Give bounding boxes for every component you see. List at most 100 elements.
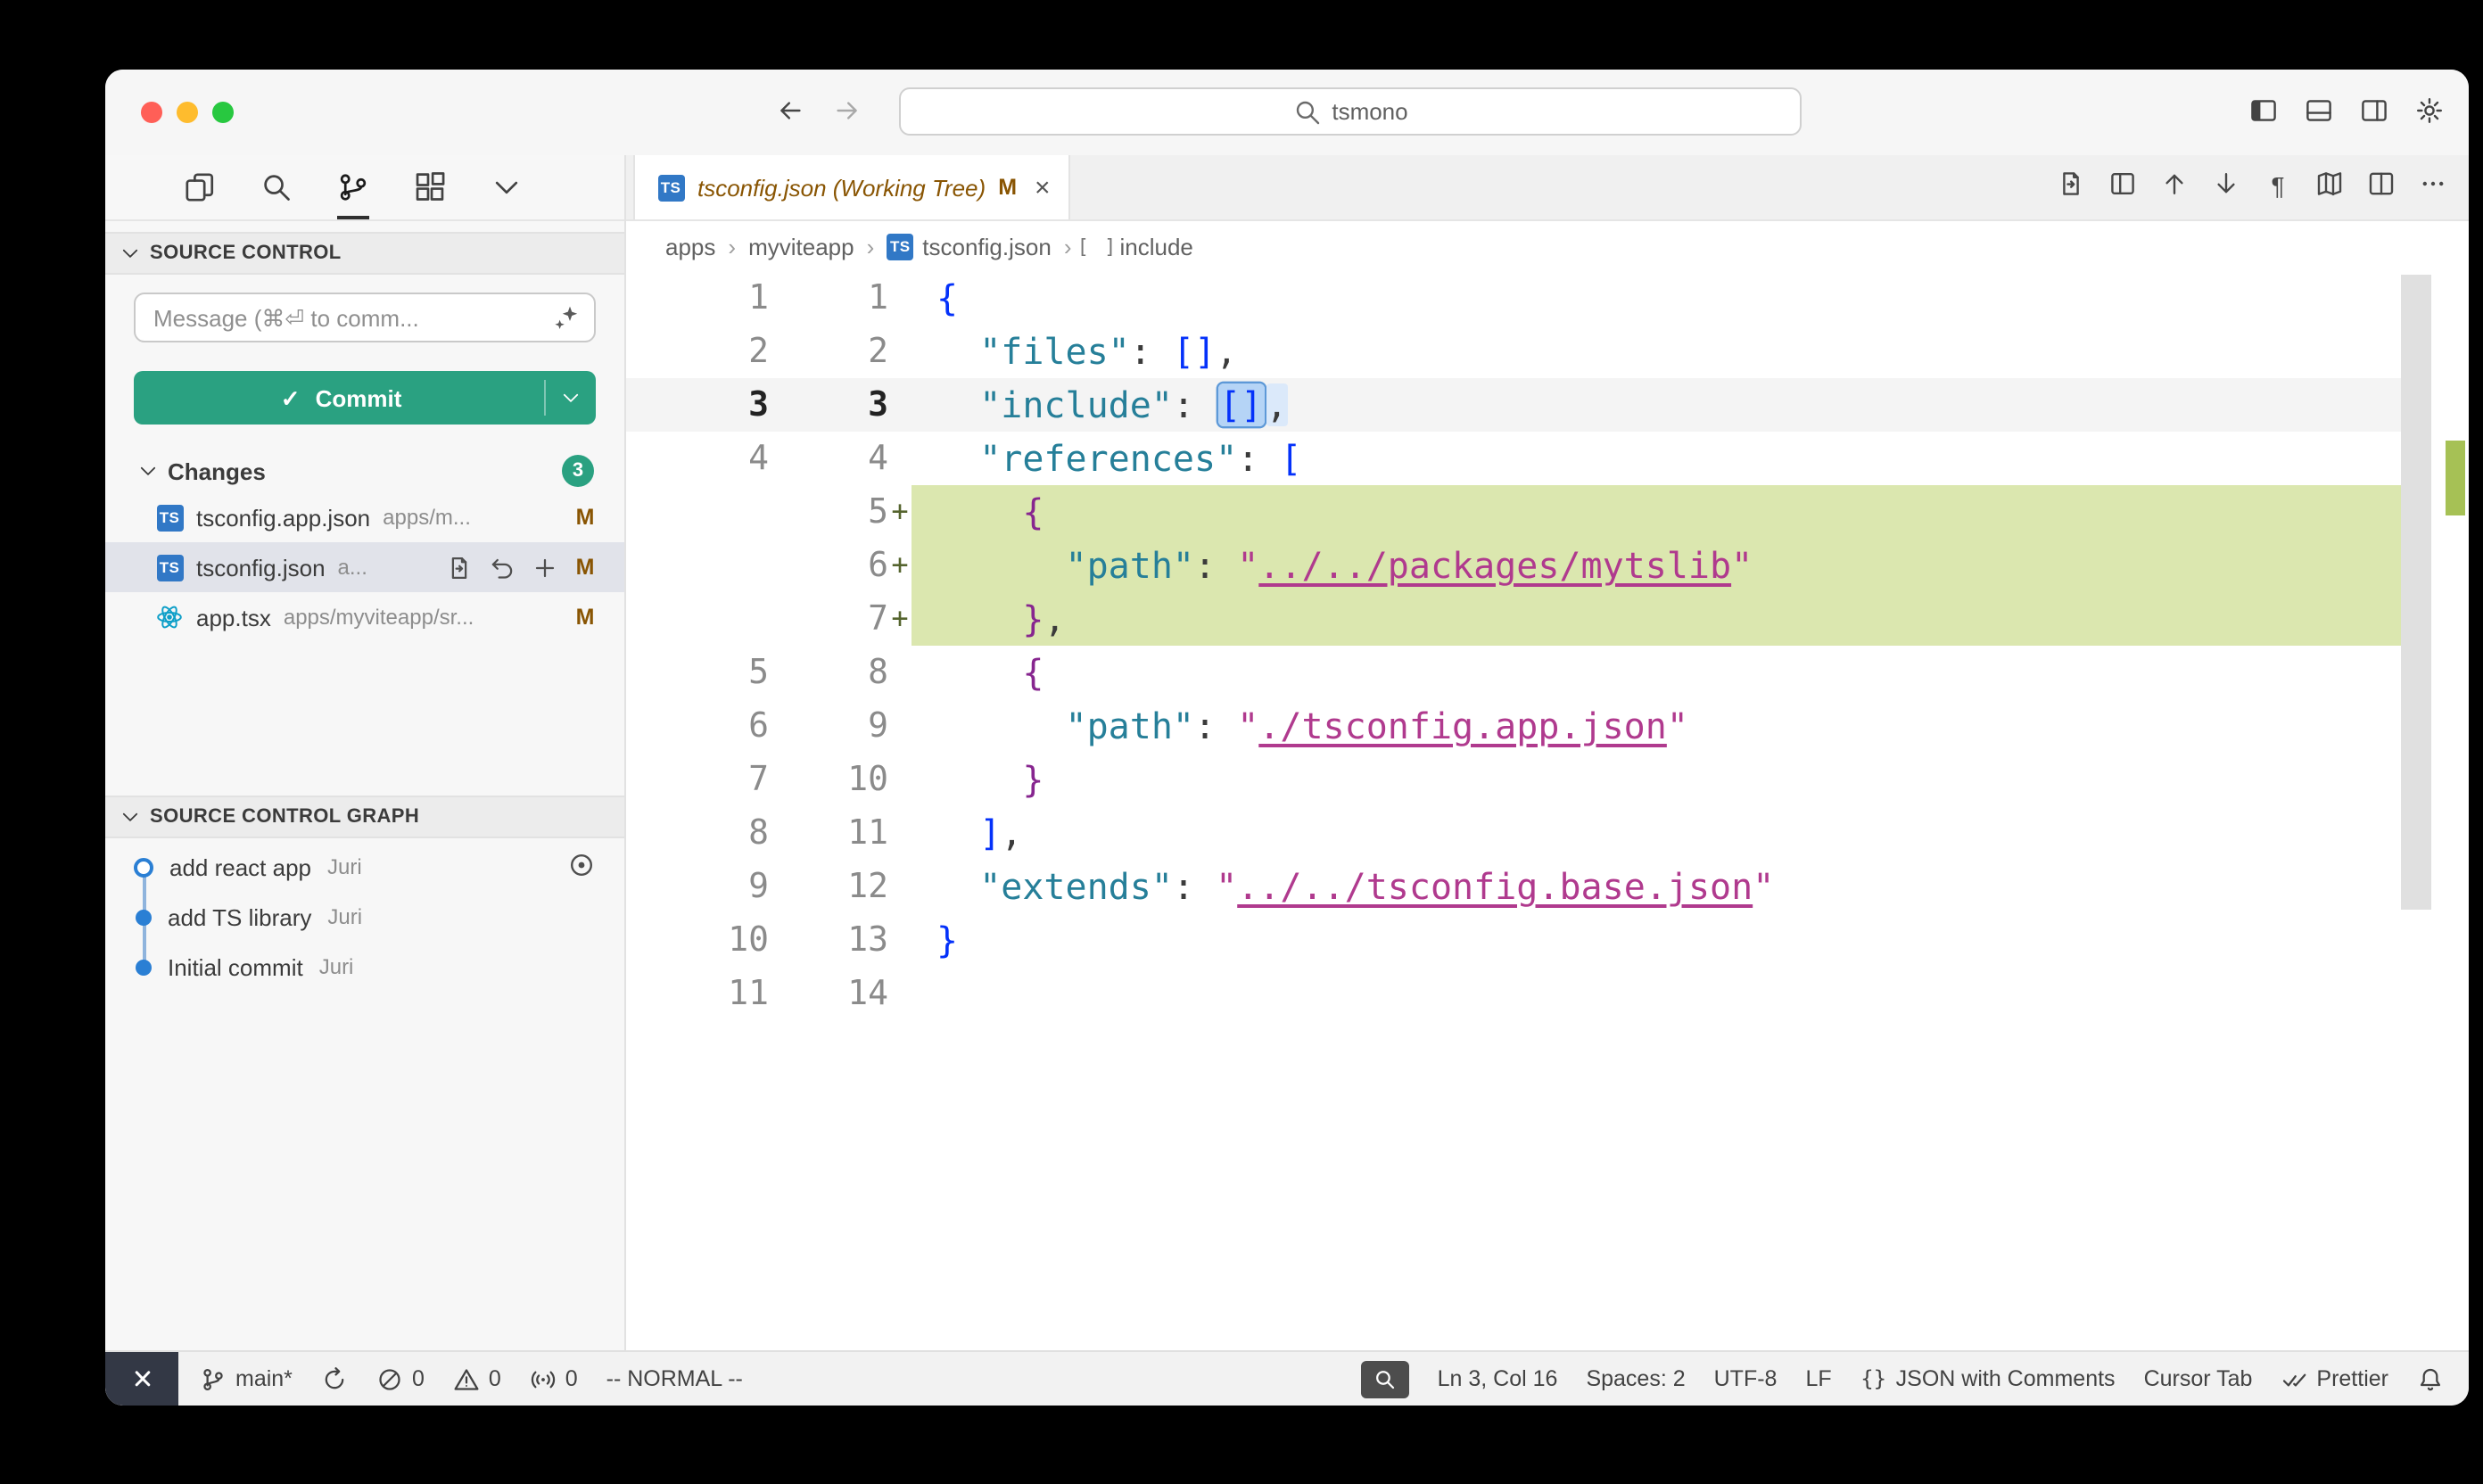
commit-message: add react app: [169, 853, 311, 880]
breadcrumb-separator: ›: [867, 233, 875, 260]
titlebar-layout-sidebar-right-button[interactable]: [2360, 96, 2388, 134]
braces-icon: {}: [1860, 1365, 1887, 1392]
breadcrumb-item[interactable]: [ ]include: [1085, 233, 1193, 260]
traffic-light-close[interactable]: [141, 102, 162, 123]
chevron-down-icon: [560, 387, 582, 408]
code-line[interactable]: 69 "path": "./tsconfig.app.json": [626, 699, 2401, 753]
titlebar-icons: [2249, 96, 2444, 134]
breadcrumb-label: myviteapp: [748, 233, 854, 260]
minimap[interactable]: [2401, 271, 2469, 1350]
layout-sidebar-left-icon: [2249, 96, 2278, 125]
status-cursor-tab[interactable]: Cursor Tab: [2144, 1366, 2253, 1391]
stage-icon[interactable]: [532, 554, 558, 581]
titlebar-layout-sidebar-left-button[interactable]: [2249, 96, 2278, 134]
tab-tsconfig-working-tree[interactable]: TS tsconfig.json (Working Tree) M ×: [633, 155, 1070, 219]
code-text: "references": [: [912, 432, 2401, 485]
target-icon[interactable]: [567, 850, 596, 878]
status-sync[interactable]: [321, 1365, 348, 1392]
editor-action-more[interactable]: [2419, 169, 2447, 206]
commit-button-main[interactable]: ✓ Commit: [134, 371, 544, 425]
breadcrumb-item[interactable]: apps: [665, 233, 715, 260]
titlebar-layout-panel-button[interactable]: [2305, 96, 2333, 134]
gutter-modified-line-number: 4: [769, 432, 888, 485]
code-line[interactable]: 1013}: [626, 913, 2401, 967]
check-icon: ✓: [276, 383, 305, 412]
nav-back-button[interactable]: [776, 96, 804, 134]
activity-extensions[interactable]: [414, 155, 446, 219]
status-zoom-indicator[interactable]: [1361, 1360, 1409, 1397]
status-cursor-position[interactable]: Ln 3, Col 16: [1438, 1366, 1558, 1391]
code-line[interactable]: 58 {: [626, 646, 2401, 699]
code-line[interactable]: 710 }: [626, 753, 2401, 806]
code-line[interactable]: 7+ },: [626, 592, 2401, 646]
status-encoding[interactable]: UTF-8: [1714, 1366, 1778, 1391]
commit-row[interactable]: add TS libraryJuri: [105, 892, 624, 942]
status-branch[interactable]: main*: [200, 1365, 293, 1392]
code-token: ": [1237, 544, 1258, 587]
status-formatter[interactable]: Prettier: [2281, 1365, 2388, 1392]
code-line[interactable]: 5+ {: [626, 485, 2401, 539]
goto-file-icon[interactable]: [446, 554, 473, 581]
titlebar-gear-button[interactable]: [2415, 96, 2444, 134]
code-line[interactable]: 1114: [626, 967, 2401, 1020]
commit-dropdown-button[interactable]: [546, 371, 596, 425]
status-warnings[interactable]: 0: [453, 1365, 501, 1392]
activity-search[interactable]: [260, 155, 293, 219]
minimap-slider[interactable]: [2401, 275, 2431, 910]
sync-icon: [321, 1365, 348, 1392]
command-center-text: tsmono: [1332, 98, 1407, 125]
activity-source-control[interactable]: [337, 155, 369, 219]
file-path: apps/myviteapp/sr...: [284, 605, 474, 630]
status-vim-mode[interactable]: -- NORMAL --: [606, 1366, 743, 1391]
editor-action-pilcrow[interactable]: ¶: [2264, 171, 2292, 203]
activity-chevron-down[interactable]: [491, 155, 523, 219]
activity-files[interactable]: [184, 155, 216, 219]
code-line[interactable]: 912 "extends": "../../tsconfig.base.json…: [626, 860, 2401, 913]
discard-icon[interactable]: [489, 554, 516, 581]
commit-row[interactable]: Initial commitJuri: [105, 942, 624, 992]
added-line-marker: [888, 699, 912, 753]
commit-author: Juri: [327, 904, 362, 929]
editor-action-map[interactable]: [2315, 169, 2344, 206]
code-line[interactable]: 6+ "path": "../../packages/mytslib": [626, 539, 2401, 592]
code-line[interactable]: 811 ],: [626, 806, 2401, 860]
changes-header[interactable]: Changes 3: [105, 449, 624, 492]
status-errors[interactable]: 0: [376, 1365, 425, 1392]
code-token: :: [1173, 383, 1216, 426]
code-line[interactable]: 44 "references": [: [626, 432, 2401, 485]
close-icon[interactable]: ×: [1035, 174, 1051, 201]
code-token: [: [1280, 437, 1301, 480]
command-center[interactable]: tsmono: [899, 87, 1802, 136]
breadcrumb-item[interactable]: myviteapp: [748, 233, 854, 260]
commit-row[interactable]: add react appJuri: [105, 842, 624, 892]
source-control-section-header[interactable]: SOURCE CONTROL: [105, 232, 624, 275]
nav-forward-button[interactable]: [833, 96, 862, 134]
editor-action-open-preview[interactable]: [2108, 169, 2137, 206]
code-line[interactable]: 33 "include": [],: [626, 378, 2401, 432]
breadcrumb-item[interactable]: TStsconfig.json: [887, 233, 1052, 260]
scm-file-row[interactable]: app.tsxapps/myviteapp/sr...M: [105, 592, 624, 642]
code-line[interactable]: 22 "files": [],: [626, 325, 2401, 378]
status-language-mode[interactable]: {}JSON with Comments: [1860, 1365, 2116, 1392]
commit-button[interactable]: ✓ Commit: [134, 371, 596, 425]
status-indentation[interactable]: Spaces: 2: [1586, 1366, 1685, 1391]
code-line[interactable]: 11{: [626, 271, 2401, 325]
editor-action-arrow-up[interactable]: [2160, 169, 2189, 206]
editor-action-split-editor[interactable]: [2367, 169, 2396, 206]
gutter-modified-line-number: 10: [769, 753, 888, 806]
sparkle-icon[interactable]: [553, 303, 582, 332]
status-notifications[interactable]: [2417, 1365, 2444, 1392]
commit-message-input[interactable]: [134, 293, 596, 342]
ts-icon: TS: [155, 503, 184, 532]
graph-section-header[interactable]: SOURCE CONTROL GRAPH: [105, 796, 624, 838]
code-token: {: [936, 276, 958, 319]
scm-file-row[interactable]: TStsconfig.jsona...M: [105, 542, 624, 592]
editor-action-goto-file[interactable]: [2057, 169, 2085, 206]
traffic-light-minimize[interactable]: [177, 102, 198, 123]
traffic-light-zoom[interactable]: [212, 102, 234, 123]
scm-file-row[interactable]: TStsconfig.app.jsonapps/m...M: [105, 492, 624, 542]
remote-indicator[interactable]: [105, 1352, 178, 1406]
status-eol[interactable]: LF: [1805, 1366, 1831, 1391]
status-ports[interactable]: 0: [530, 1365, 578, 1392]
editor-action-arrow-down[interactable]: [2212, 169, 2240, 206]
